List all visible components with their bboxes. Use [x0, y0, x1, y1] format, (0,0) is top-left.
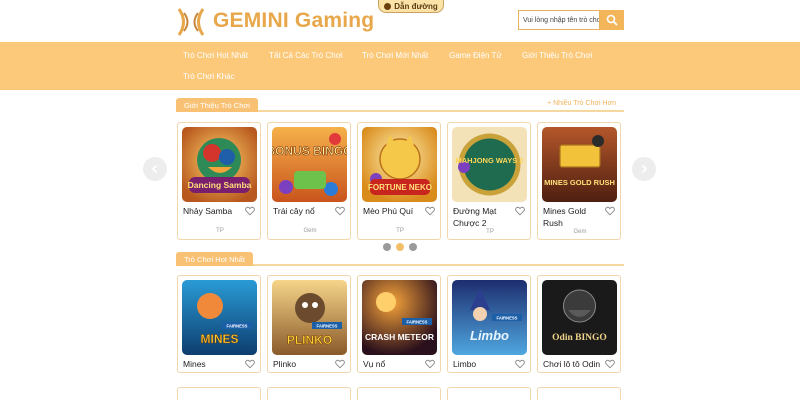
heart-icon[interactable]: [515, 359, 525, 369]
carousel-prev-button[interactable]: [143, 157, 167, 181]
game-card[interactable]: FAIRNESS CRASH METEOR Vụ nổ: [357, 275, 441, 373]
intro-section-title: Giới Thiệu Trò Chơi: [176, 98, 258, 112]
logo-text[interactable]: GEMINI Gaming: [213, 9, 374, 33]
game-name[interactable]: Trái cây nổ: [273, 205, 335, 217]
heart-icon[interactable]: [245, 359, 255, 369]
game-card[interactable]: FAIRNESS PLINKO Plinko: [267, 275, 351, 373]
game-name[interactable]: Limbo: [453, 358, 515, 370]
nav-item-newest[interactable]: Trò Chơi Mới Nhất: [362, 51, 428, 60]
game-card[interactable]: MAHJONG WAYS 2 Đường Mạt Chược 2 TP: [447, 122, 531, 240]
heart-icon[interactable]: [335, 206, 345, 216]
fairness-badge: FAIRNESS: [227, 324, 248, 329]
carousel-dot-2[interactable]: [396, 243, 404, 251]
carousel-dot-1[interactable]: [383, 243, 391, 251]
game-card[interactable]: [447, 387, 531, 400]
heart-icon[interactable]: [605, 359, 615, 369]
game-thumbnail[interactable]: MINES GOLD RUSH: [542, 127, 617, 202]
game-card[interactable]: FORTUNE NEKO Mèo Phú Quí TP: [357, 122, 441, 240]
fairness-badge: FAIRNESS: [317, 324, 338, 329]
game-provider: Gem: [573, 229, 587, 235]
game-art-title: MINES: [200, 332, 238, 346]
game-name[interactable]: Nhảy Samba: [183, 205, 245, 217]
hot-section-header: Trò Chơi Hot Nhất: [176, 252, 624, 266]
game-provider: TP: [486, 229, 494, 235]
nav-item-slots[interactable]: Game Điện Tử: [449, 51, 502, 60]
game-name[interactable]: Vụ nổ: [363, 358, 425, 370]
game-card[interactable]: FAIRNESS MINES Mines: [177, 275, 261, 373]
game-provider: TP: [396, 228, 404, 234]
heart-icon[interactable]: [425, 206, 435, 216]
fairness-badge: FAIRNESS: [497, 316, 518, 321]
game-art-title: PLINKO: [287, 333, 332, 347]
game-art-title: MINES GOLD RUSH: [544, 178, 615, 187]
heart-icon[interactable]: [245, 206, 255, 216]
search-input[interactable]: Vui lòng nhập tên trò chơi: [518, 10, 600, 30]
carousel-dot-3[interactable]: [409, 243, 417, 251]
heart-icon[interactable]: [605, 206, 615, 216]
location-pin-icon: [384, 2, 392, 10]
fairness-badge: FAIRNESS: [407, 320, 428, 325]
game-card[interactable]: MINES GOLD RUSH Mines Gold Rush Gem: [537, 122, 621, 240]
game-name[interactable]: Plinko: [273, 358, 335, 370]
game-thumbnail[interactable]: BONUS BINGO: [272, 127, 347, 202]
heart-icon[interactable]: [425, 359, 435, 369]
guide-button-label: Dẫn đường: [394, 1, 438, 11]
chevron-left-icon: [151, 164, 158, 174]
search-button[interactable]: [600, 10, 624, 30]
game-provider: Gem: [303, 228, 317, 234]
game-art-title: Limbo: [470, 328, 509, 343]
game-thumbnail[interactable]: FORTUNE NEKO: [362, 127, 437, 202]
game-card[interactable]: Odin BINGO Chơi lô tô Odin: [537, 275, 621, 373]
game-art-title: MAHJONG WAYS 2: [455, 156, 523, 165]
nav-item-intro[interactable]: Giới Thiệu Trò Chơi: [522, 51, 592, 60]
game-art-title: CRASH METEOR: [365, 332, 434, 342]
gemini-logo-icon[interactable]: [176, 7, 206, 37]
game-card[interactable]: [357, 387, 441, 400]
game-thumbnail[interactable]: FAIRNESS PLINKO: [272, 280, 347, 355]
chevron-right-icon: [641, 164, 648, 174]
carousel-next-button[interactable]: [632, 157, 656, 181]
game-name[interactable]: Mines: [183, 358, 245, 370]
game-thumbnail[interactable]: Dancing Samba: [182, 127, 257, 202]
game-art-title: BONUS BINGO: [272, 144, 347, 158]
game-thumbnail[interactable]: Odin BINGO: [542, 280, 617, 355]
game-thumbnail[interactable]: FAIRNESS CRASH METEOR: [362, 280, 437, 355]
search-icon: [606, 14, 618, 26]
game-card[interactable]: [267, 387, 351, 400]
game-thumbnail[interactable]: FAIRNESS MINES: [182, 280, 257, 355]
nav-item-other[interactable]: Trò Chơi Khác: [183, 72, 235, 81]
game-name[interactable]: Mèo Phú Quí: [363, 205, 425, 217]
hot-section-title: Trò Chơi Hot Nhất: [176, 252, 253, 266]
guide-button[interactable]: Dẫn đường: [378, 0, 444, 13]
game-card[interactable]: FAIRNESS Limbo Limbo: [447, 275, 531, 373]
more-games-link[interactable]: + Nhiều Trò Chơi Hơn: [547, 100, 616, 107]
game-name[interactable]: Chơi lô tô Odin: [543, 358, 605, 370]
main-nav: Trò Chơi Hot Nhất Tất Cả Các Trò Chơi Tr…: [0, 42, 800, 90]
game-art-title: Dancing Samba: [188, 180, 252, 190]
game-provider: TP: [216, 228, 224, 234]
game-art-title: Odin BINGO: [552, 333, 607, 343]
game-card[interactable]: [537, 387, 621, 400]
heart-icon[interactable]: [515, 206, 525, 216]
site-header: GEMINI Gaming Dẫn đường Vui lòng nhập tê…: [0, 0, 800, 42]
heart-icon[interactable]: [335, 359, 345, 369]
game-name[interactable]: Mines Gold Rush: [543, 205, 605, 229]
game-card[interactable]: [177, 387, 261, 400]
game-card[interactable]: Dancing Samba Nhảy Samba TP: [177, 122, 261, 240]
intro-section-header: Giới Thiệu Trò Chơi + Nhiều Trò Chơi Hơn: [176, 98, 624, 112]
game-thumbnail[interactable]: FAIRNESS Limbo: [452, 280, 527, 355]
game-name[interactable]: Đường Mạt Chược 2: [453, 205, 515, 229]
nav-item-all-games[interactable]: Tất Cả Các Trò Chơi: [269, 51, 343, 60]
game-thumbnail[interactable]: MAHJONG WAYS 2: [452, 127, 527, 202]
game-card[interactable]: BONUS BINGO Trái cây nổ Gem: [267, 122, 351, 240]
game-art-title: FORTUNE NEKO: [368, 183, 432, 192]
nav-item-hottest[interactable]: Trò Chơi Hot Nhất: [183, 51, 248, 60]
